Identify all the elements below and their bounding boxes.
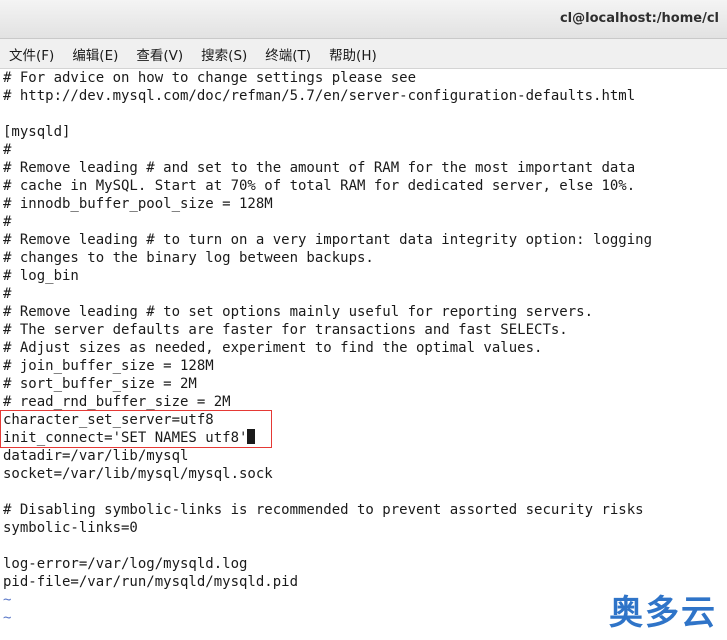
menu-edit[interactable]: 编辑(E) xyxy=(70,42,120,66)
terminal-line: # sort_buffer_size = 2M xyxy=(3,376,197,392)
terminal-line: # log_bin xyxy=(3,268,79,284)
empty-buffer-line: ~ xyxy=(3,592,12,608)
empty-buffer-line: ~ xyxy=(3,610,12,626)
terminal-line: socket=/var/lib/mysql/mysql.sock xyxy=(3,466,273,482)
terminal-line: # xyxy=(3,142,12,158)
terminal-line: symbolic-links=0 xyxy=(3,520,138,536)
terminal-line: # innodb_buffer_pool_size = 128M xyxy=(3,196,273,212)
terminal-line: # The server defaults are faster for tra… xyxy=(3,322,568,338)
terminal-line: # Adjust sizes as needed, experiment to … xyxy=(3,340,543,356)
terminal-line: # read_rnd_buffer_size = 2M xyxy=(3,394,231,410)
terminal-line-text: init_connect='SET NAMES utf8' xyxy=(3,430,248,446)
menu-bar: 文件(F) 编辑(E) 查看(V) 搜索(S) 终端(T) 帮助(H) xyxy=(0,39,727,69)
menu-help[interactable]: 帮助(H) xyxy=(327,42,379,66)
menu-file[interactable]: 文件(F) xyxy=(7,42,56,66)
terminal-line: # Disabling symbolic-links is recommende… xyxy=(3,502,644,518)
terminal-line: pid-file=/var/run/mysqld/mysqld.pid xyxy=(3,574,299,590)
terminal-line: # changes to the binary log between back… xyxy=(3,250,374,266)
terminal-area[interactable]: # For advice on how to change settings p… xyxy=(0,69,727,640)
menu-view[interactable]: 查看(V) xyxy=(134,42,185,66)
terminal-line: init_connect='SET NAMES utf8' xyxy=(3,429,256,447)
menu-terminal[interactable]: 终端(T) xyxy=(263,42,313,66)
text-cursor xyxy=(247,429,256,444)
terminal-line: [mysqld] xyxy=(3,124,71,140)
menu-search[interactable]: 搜索(S) xyxy=(199,42,249,66)
watermark-logo: 奥多云 xyxy=(609,593,717,633)
terminal-line: # cache in MySQL. Start at 70% of total … xyxy=(3,178,636,194)
terminal-line: # Remove leading # to set options mainly… xyxy=(3,304,594,320)
terminal-line: # xyxy=(3,214,12,230)
terminal-line: # join_buffer_size = 128M xyxy=(3,358,214,374)
terminal-line: character_set_server=utf8 xyxy=(3,412,214,428)
terminal-line: # For advice on how to change settings p… xyxy=(3,70,417,86)
window-titlebar: cl@localhost:/home/cl xyxy=(0,0,727,39)
terminal-line: datadir=/var/lib/mysql xyxy=(3,448,189,464)
terminal-line: log-error=/var/log/mysqld.log xyxy=(3,556,248,572)
terminal-line: # xyxy=(3,286,12,302)
terminal-line: # Remove leading # and set to the amount… xyxy=(3,160,636,176)
terminal-line: # Remove leading # to turn on a very imp… xyxy=(3,232,653,248)
terminal-line: # http://dev.mysql.com/doc/refman/5.7/en… xyxy=(3,88,636,104)
window-title: cl@localhost:/home/cl xyxy=(559,11,719,26)
